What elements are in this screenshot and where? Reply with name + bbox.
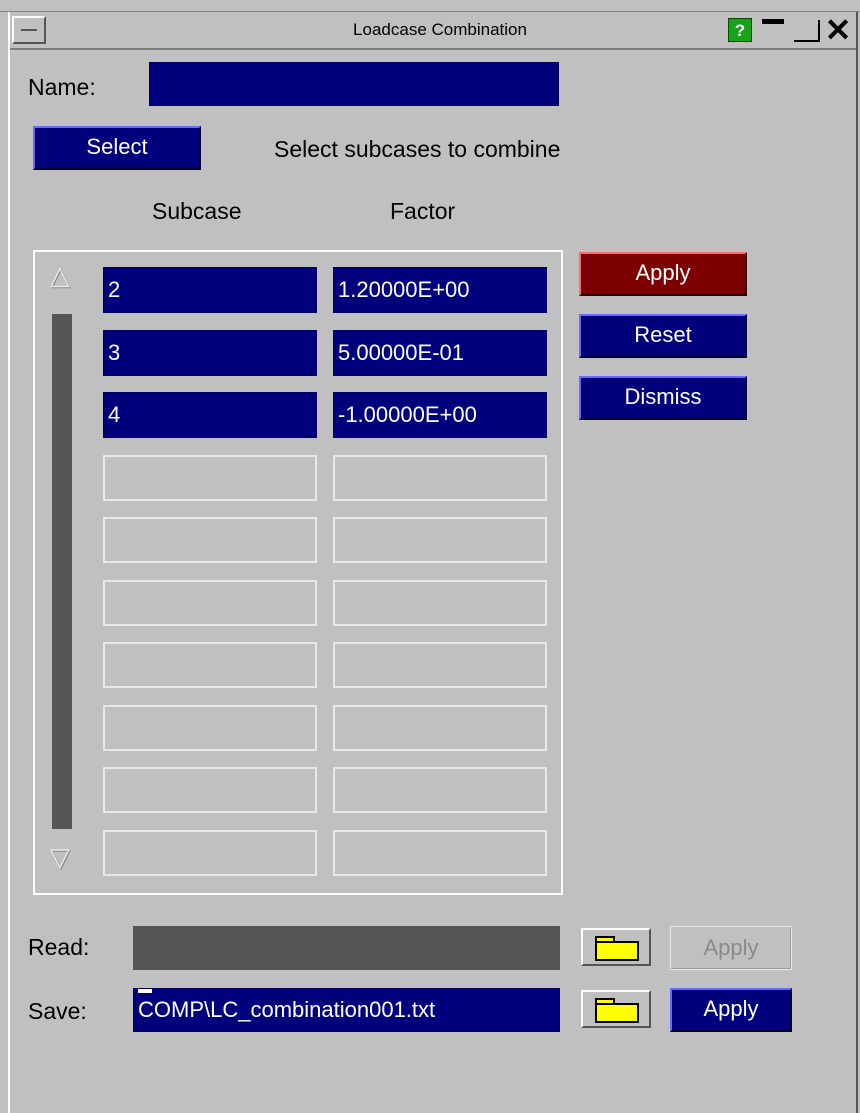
subcase-cell[interactable]	[103, 830, 317, 876]
factor-cell[interactable]	[333, 830, 547, 876]
subcase-list: △ ▽ 2 1.20000E+00 3 5.00000E-01 4 -1.000…	[33, 250, 563, 895]
factor-cell[interactable]: -1.00000E+00	[333, 392, 547, 438]
system-menu-button[interactable]	[12, 16, 46, 44]
factor-cell[interactable]	[333, 642, 547, 688]
save-input[interactable]: COMP\LC_combination001.txt	[133, 988, 560, 1032]
factor-column-header: Factor	[390, 198, 456, 224]
factor-cell[interactable]	[333, 580, 547, 626]
subcase-column-header: Subcase	[152, 198, 242, 224]
factor-cell[interactable]	[333, 705, 547, 751]
scrollbar[interactable]	[52, 314, 72, 829]
subcase-cell[interactable]	[103, 455, 317, 501]
factor-cell[interactable]	[333, 455, 547, 501]
name-input[interactable]	[149, 62, 559, 106]
factor-cell[interactable]: 1.20000E+00	[333, 267, 547, 313]
read-input[interactable]	[133, 926, 560, 970]
folder-icon	[595, 941, 639, 961]
loadcase-combination-window: Loadcase Combination ? ✕ Name: Select Se…	[8, 12, 858, 1113]
title-bar[interactable]: Loadcase Combination ? ✕	[10, 12, 856, 50]
read-folder-button[interactable]	[581, 928, 651, 966]
subcase-cell[interactable]	[103, 580, 317, 626]
close-button[interactable]: ✕	[822, 14, 854, 46]
factor-cell[interactable]: 5.00000E-01	[333, 330, 547, 376]
reset-button[interactable]: Reset	[579, 314, 747, 358]
read-label: Read:	[28, 934, 90, 960]
subcase-cell[interactable]	[103, 642, 317, 688]
minimize-button[interactable]	[758, 16, 788, 44]
save-folder-button[interactable]	[581, 990, 651, 1028]
window-title: Loadcase Combination	[353, 20, 527, 39]
maximize-button[interactable]	[792, 16, 822, 44]
help-button[interactable]: ?	[728, 18, 752, 42]
subcase-cell[interactable]: 2	[103, 267, 317, 313]
subcase-cell[interactable]	[103, 705, 317, 751]
scroll-down-arrow-icon[interactable]: ▽	[50, 842, 70, 873]
folder-icon	[595, 1003, 639, 1023]
apply-button[interactable]: Apply	[579, 252, 747, 296]
save-label: Save:	[28, 998, 87, 1024]
subcase-cell[interactable]	[103, 517, 317, 563]
read-apply-button[interactable]: Apply	[670, 926, 792, 970]
select-hint: Select subcases to combine	[274, 136, 561, 162]
subcase-cell[interactable]	[103, 767, 317, 813]
scroll-up-arrow-icon[interactable]: △	[50, 260, 70, 291]
save-path-text: COMP\LC_combination001.txt	[138, 997, 436, 1022]
save-apply-button[interactable]: Apply	[670, 988, 792, 1032]
subcase-cell[interactable]: 3	[103, 330, 317, 376]
factor-cell[interactable]	[333, 517, 547, 563]
subcase-cell[interactable]: 4	[103, 392, 317, 438]
name-label: Name:	[28, 74, 96, 100]
text-cursor	[138, 989, 152, 993]
dismiss-button[interactable]: Dismiss	[579, 376, 747, 420]
select-button[interactable]: Select	[33, 126, 201, 170]
factor-cell[interactable]	[333, 767, 547, 813]
